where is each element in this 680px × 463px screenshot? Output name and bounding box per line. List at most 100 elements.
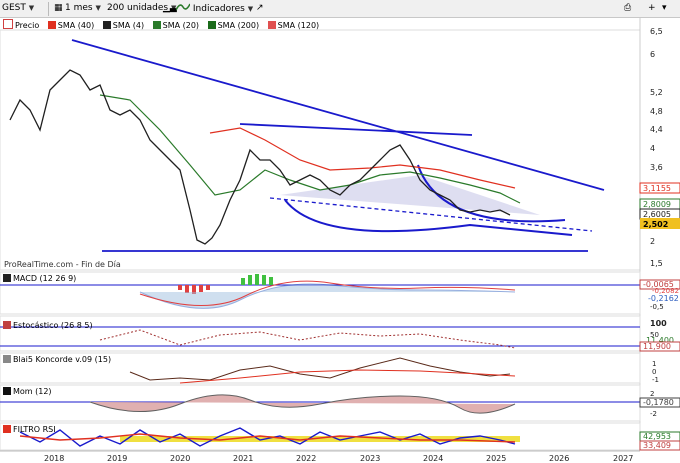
rsi-swatch bbox=[3, 425, 11, 433]
trendline-resistance bbox=[71, 39, 605, 191]
rsi-value: 33,409 bbox=[643, 441, 671, 450]
add-icon[interactable]: + bbox=[648, 2, 656, 15]
macd-hist-pos bbox=[262, 275, 266, 285]
ticker-selector[interactable]: GEST ▼ bbox=[2, 2, 34, 15]
sma20-badge bbox=[639, 198, 680, 210]
macd-swatch bbox=[3, 274, 11, 282]
rsi-label: FILTRO RSI bbox=[13, 425, 56, 434]
macd-hist-neg bbox=[199, 285, 203, 292]
chevron-down-icon: ▼ bbox=[95, 4, 101, 12]
stoch-tick: 50 bbox=[650, 331, 659, 339]
print-icon[interactable]: ⎙ bbox=[624, 2, 631, 15]
year-tick: 2022 bbox=[296, 454, 316, 463]
macd-panel-frame bbox=[0, 271, 641, 315]
legend-sma20-label: SMA (20) bbox=[162, 21, 200, 30]
macd-hist-neg bbox=[206, 285, 210, 290]
macd-label: MACD (12 26 9) bbox=[13, 274, 77, 283]
source-label: ProRealTime.com - Fin de Día bbox=[4, 260, 121, 269]
year-tick: 2020 bbox=[170, 454, 190, 463]
indicators-button[interactable]: Indicadores ▼ bbox=[175, 2, 254, 15]
chart-type-icon[interactable]: ▁▃ bbox=[163, 2, 177, 15]
mom-panel-frame bbox=[0, 384, 641, 422]
price-tick: 4 bbox=[650, 144, 655, 153]
sma200-swatch bbox=[207, 21, 216, 29]
price-tick: 1,5 bbox=[650, 259, 663, 268]
year-tick: 2021 bbox=[233, 454, 253, 463]
year-tick: 2019 bbox=[107, 454, 127, 463]
rsi-badge bbox=[639, 440, 680, 451]
indicators-label: Indicadores bbox=[192, 4, 245, 14]
koncorde-tick: -1 bbox=[652, 376, 659, 384]
sma4-value: 2,6005 bbox=[643, 210, 671, 219]
period-label: 1 mes bbox=[65, 3, 93, 13]
draw-tool-icon[interactable]: ↗ bbox=[256, 2, 264, 15]
mom-tick: -2 bbox=[650, 410, 657, 418]
sma120-swatch bbox=[267, 21, 276, 29]
macd-hist-neg bbox=[185, 285, 189, 293]
rsi-line bbox=[19, 427, 516, 447]
sma120-line bbox=[209, 127, 516, 189]
trendline-upper bbox=[239, 123, 473, 136]
sma4-badge bbox=[639, 208, 680, 220]
legend-sma120[interactable]: SMA (120) bbox=[267, 21, 320, 30]
stoch-label: Estocástico (26 8 5) bbox=[13, 321, 93, 330]
stoch-legend[interactable]: Estocástico (26 8 5) bbox=[3, 320, 99, 331]
price-panel-frame bbox=[0, 29, 641, 271]
macd-legend[interactable]: MACD (12 26 9) bbox=[3, 273, 82, 284]
ticker-label: GEST bbox=[2, 3, 26, 13]
period-selector[interactable]: 1 mes ▼ bbox=[65, 2, 101, 15]
legend-sma120-label: SMA (120) bbox=[277, 21, 320, 30]
sma4-swatch bbox=[102, 21, 111, 29]
mom-value: -0,1780 bbox=[643, 398, 674, 407]
separator bbox=[48, 2, 49, 16]
price-line bbox=[9, 69, 511, 245]
mom-tick: 2 bbox=[650, 390, 654, 398]
chevron-down-icon: ▼ bbox=[247, 5, 254, 13]
mom-legend[interactable]: Mom (12) bbox=[3, 386, 58, 397]
koncorde-tick: 1 bbox=[652, 360, 656, 368]
stoch-value: 11,400 bbox=[646, 336, 674, 345]
year-tick: 2025 bbox=[486, 454, 506, 463]
rsi-legend[interactable]: FILTRO RSI bbox=[3, 424, 62, 435]
units-label: 200 unidades bbox=[107, 3, 169, 13]
macd-badge bbox=[639, 279, 680, 290]
koncorde-label: Blai5 Koncorde v.09 (15) bbox=[13, 355, 112, 364]
legend-sma200[interactable]: SMA (200) bbox=[207, 21, 259, 30]
last-price-badge bbox=[640, 218, 680, 229]
rsi-panel-frame bbox=[0, 422, 641, 451]
sma20-line bbox=[99, 94, 521, 204]
legend-sma40[interactable]: SMA (40) bbox=[47, 21, 95, 30]
rsi-badge bbox=[639, 431, 680, 442]
price-tick: 4,4 bbox=[650, 125, 663, 134]
macd-hist-pos bbox=[255, 274, 259, 285]
precio-swatch bbox=[3, 19, 13, 29]
more-icon[interactable]: ▾ bbox=[662, 2, 667, 15]
price-tick: 3,6 bbox=[650, 163, 663, 172]
legend-sma20[interactable]: SMA (20) bbox=[152, 21, 200, 30]
mom-swatch bbox=[3, 387, 11, 395]
macd-value: -0,2082 bbox=[652, 287, 679, 295]
sma40-swatch bbox=[47, 21, 56, 29]
rsi-value: 42,953 bbox=[643, 432, 671, 441]
price-tick: 5,2 bbox=[650, 88, 663, 97]
koncorde-legend[interactable]: Blai5 Koncorde v.09 (15) bbox=[3, 354, 117, 365]
koncorde-line bbox=[129, 357, 511, 381]
year-tick: 2027 bbox=[613, 454, 633, 463]
legend-sma4[interactable]: SMA (4) bbox=[102, 21, 145, 30]
year-tick: 2023 bbox=[360, 454, 380, 463]
legend-sma4-label: SMA (4) bbox=[112, 21, 145, 30]
price-tick: 2 bbox=[650, 237, 655, 246]
macd-hist-pos bbox=[269, 277, 273, 285]
macd-tick: -0,5 bbox=[650, 303, 664, 311]
indicator-wave-icon bbox=[175, 3, 191, 11]
stoch-k-line bbox=[99, 329, 516, 349]
legend-precio[interactable]: Precio bbox=[3, 19, 39, 30]
calendar-icon[interactable]: ▦ bbox=[54, 2, 63, 15]
mom-label: Mom (12) bbox=[13, 387, 52, 396]
stoch-badge bbox=[639, 341, 680, 352]
curve-support bbox=[284, 199, 573, 236]
mom-badge bbox=[639, 397, 680, 408]
macd-value: -0,0065 bbox=[643, 280, 674, 289]
legend-sma40-label: SMA (40) bbox=[57, 21, 95, 30]
price-tick: 6 bbox=[650, 50, 655, 59]
